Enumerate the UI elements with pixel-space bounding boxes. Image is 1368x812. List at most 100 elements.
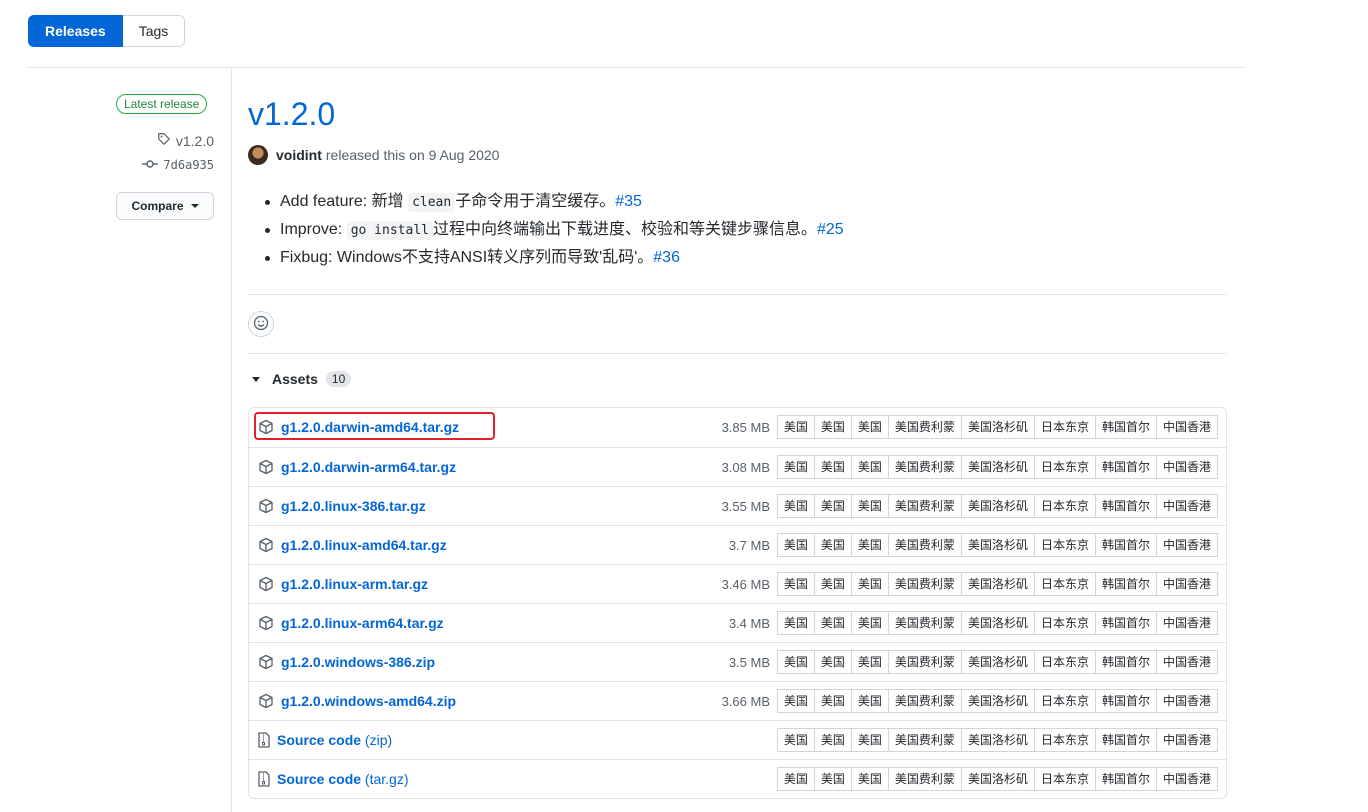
add-reaction-button[interactable]	[248, 311, 274, 337]
asset-download-link[interactable]: g1.2.0.linux-386.tar.gz	[281, 498, 426, 514]
mirror-link[interactable]: 美国洛杉矶	[961, 455, 1035, 479]
mirror-link[interactable]: 韩国首尔	[1095, 611, 1157, 635]
mirror-link[interactable]: 日本东京	[1034, 728, 1096, 752]
mirror-link[interactable]: 美国	[814, 533, 852, 557]
issue-link[interactable]: #36	[653, 249, 680, 266]
mirror-link[interactable]: 美国费利蒙	[888, 650, 962, 674]
assets-toggle[interactable]: Assets 10	[252, 371, 352, 387]
mirror-link[interactable]: 美国费利蒙	[888, 533, 962, 557]
mirror-link[interactable]: 美国	[851, 494, 889, 518]
mirror-link[interactable]: 中国香港	[1156, 728, 1218, 752]
mirror-link[interactable]: 美国费利蒙	[888, 455, 962, 479]
mirror-link[interactable]: 韩国首尔	[1095, 572, 1157, 596]
mirror-link[interactable]: 韩国首尔	[1095, 415, 1157, 439]
mirror-link[interactable]: 美国	[776, 572, 815, 596]
asset-download-link[interactable]: g1.2.0.windows-386.zip	[281, 654, 435, 670]
tab-tags[interactable]: Tags	[122, 15, 186, 47]
tab-releases[interactable]: Releases	[28, 15, 123, 47]
asset-download-link[interactable]: g1.2.0.windows-amd64.zip	[281, 693, 456, 709]
mirror-link[interactable]: 美国	[776, 494, 815, 518]
mirror-link[interactable]: 美国	[814, 650, 852, 674]
asset-download-link[interactable]: g1.2.0.linux-amd64.tar.gz	[281, 537, 447, 553]
mirror-link[interactable]: 韩国首尔	[1095, 650, 1157, 674]
mirror-link[interactable]: 美国	[851, 611, 889, 635]
mirror-link[interactable]: 美国	[776, 611, 815, 635]
mirror-link[interactable]: 美国费利蒙	[888, 767, 962, 791]
mirror-link[interactable]: 美国	[851, 455, 889, 479]
mirror-link[interactable]: 日本东京	[1034, 689, 1096, 713]
mirror-link[interactable]: 美国	[814, 611, 852, 635]
mirror-link[interactable]: 美国费利蒙	[888, 611, 962, 635]
avatar[interactable]	[248, 145, 268, 165]
mirror-link[interactable]: 日本东京	[1034, 415, 1096, 439]
mirror-link[interactable]: 美国	[776, 533, 815, 557]
mirror-link[interactable]: 日本东京	[1034, 650, 1096, 674]
mirror-link[interactable]: 日本东京	[1034, 572, 1096, 596]
mirror-link[interactable]: 美国	[851, 533, 889, 557]
mirror-link[interactable]: 美国	[851, 728, 889, 752]
mirror-link[interactable]: 美国洛杉矶	[961, 494, 1035, 518]
mirror-link[interactable]: 美国	[776, 455, 815, 479]
mirror-link[interactable]: 美国洛杉矶	[961, 689, 1035, 713]
mirror-link[interactable]: 中国香港	[1156, 455, 1218, 479]
mirror-link[interactable]: 韩国首尔	[1095, 728, 1157, 752]
mirror-link[interactable]: 美国	[814, 767, 852, 791]
mirror-link[interactable]: 美国	[851, 767, 889, 791]
asset-download-link[interactable]: g1.2.0.linux-arm.tar.gz	[281, 576, 428, 592]
mirror-link[interactable]: 美国费利蒙	[888, 689, 962, 713]
mirror-link[interactable]: 美国	[851, 650, 889, 674]
issue-link[interactable]: #25	[817, 221, 844, 238]
mirror-link[interactable]: 美国费利蒙	[888, 415, 962, 439]
asset-download-link[interactable]: g1.2.0.linux-arm64.tar.gz	[281, 615, 444, 631]
mirror-link[interactable]: 美国	[776, 728, 815, 752]
mirror-link[interactable]: 韩国首尔	[1095, 455, 1157, 479]
mirror-link[interactable]: 美国	[776, 767, 815, 791]
mirror-link[interactable]: 中国香港	[1156, 415, 1218, 439]
mirror-link[interactable]: 中国香港	[1156, 572, 1218, 596]
release-tag[interactable]: v1.2.0	[157, 132, 214, 149]
mirror-link[interactable]: 美国洛杉矶	[961, 533, 1035, 557]
mirror-link[interactable]: 日本东京	[1034, 767, 1096, 791]
mirror-link[interactable]: 韩国首尔	[1095, 767, 1157, 791]
mirror-link[interactable]: 中国香港	[1156, 533, 1218, 557]
source-code-link[interactable]: Source code (tar.gz)	[277, 771, 409, 787]
mirror-link[interactable]: 美国费利蒙	[888, 494, 962, 518]
mirror-link[interactable]: 韩国首尔	[1095, 689, 1157, 713]
mirror-link[interactable]: 美国洛杉矶	[961, 767, 1035, 791]
mirror-link[interactable]: 日本东京	[1034, 611, 1096, 635]
mirror-link[interactable]: 韩国首尔	[1095, 494, 1157, 518]
mirror-link[interactable]: 美国	[776, 415, 815, 439]
source-code-link[interactable]: Source code (zip)	[277, 732, 392, 748]
issue-link[interactable]: #35	[615, 193, 642, 210]
mirror-link[interactable]: 日本东京	[1034, 455, 1096, 479]
mirror-link[interactable]: 中国香港	[1156, 689, 1218, 713]
mirror-link[interactable]: 日本东京	[1034, 494, 1096, 518]
author-link[interactable]: voidint	[276, 147, 322, 163]
release-commit[interactable]: 7d6a935	[142, 158, 214, 172]
mirror-link[interactable]: 美国	[851, 689, 889, 713]
mirror-link[interactable]: 中国香港	[1156, 650, 1218, 674]
mirror-link[interactable]: 中国香港	[1156, 494, 1218, 518]
mirror-link[interactable]: 日本东京	[1034, 533, 1096, 557]
mirror-link[interactable]: 美国	[814, 689, 852, 713]
mirror-link[interactable]: 美国洛杉矶	[961, 415, 1035, 439]
release-title[interactable]: v1.2.0	[248, 96, 335, 133]
mirror-link[interactable]: 美国费利蒙	[888, 728, 962, 752]
mirror-link[interactable]: 中国香港	[1156, 767, 1218, 791]
mirror-link[interactable]: 美国费利蒙	[888, 572, 962, 596]
mirror-link[interactable]: 美国	[814, 572, 852, 596]
compare-button[interactable]: Compare	[116, 192, 214, 220]
mirror-link[interactable]: 美国	[851, 572, 889, 596]
mirror-link[interactable]: 美国	[814, 494, 852, 518]
mirror-link[interactable]: 美国	[776, 689, 815, 713]
mirror-link[interactable]: 美国洛杉矶	[961, 572, 1035, 596]
mirror-link[interactable]: 韩国首尔	[1095, 533, 1157, 557]
mirror-link[interactable]: 美国洛杉矶	[961, 650, 1035, 674]
mirror-link[interactable]: 美国洛杉矶	[961, 728, 1035, 752]
mirror-link[interactable]: 美国	[814, 415, 852, 439]
mirror-link[interactable]: 美国	[814, 728, 852, 752]
mirror-link[interactable]: 中国香港	[1156, 611, 1218, 635]
mirror-link[interactable]: 美国	[851, 415, 889, 439]
mirror-link[interactable]: 美国	[776, 650, 815, 674]
mirror-link[interactable]: 美国	[814, 455, 852, 479]
